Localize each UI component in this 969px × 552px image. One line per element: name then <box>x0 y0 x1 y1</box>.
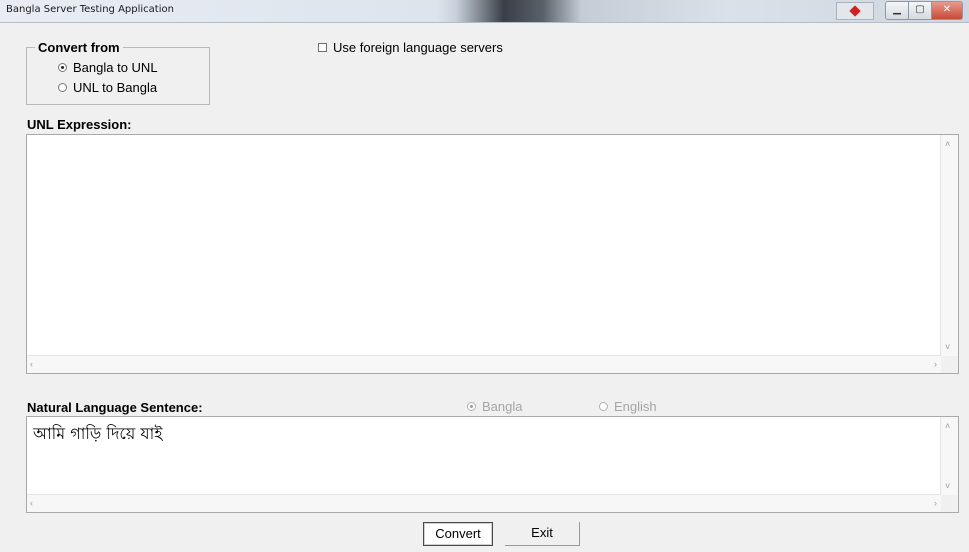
maximize-button[interactable]: ▢ <box>909 1 932 20</box>
radio-bangla[interactable]: Bangla <box>467 399 522 414</box>
scroll-left-arrow-icon[interactable]: ‹ <box>30 359 33 369</box>
scroll-up-arrow-icon[interactable]: ˄ <box>945 421 950 431</box>
natural-language-value: আমি গাড়ি দিয়ে যাই <box>33 424 163 443</box>
scrollbar-corner <box>941 356 958 373</box>
radio-label: UNL to Bangla <box>73 80 158 95</box>
scroll-right-arrow-icon[interactable]: › <box>934 359 937 369</box>
close-button[interactable]: ✕ <box>932 1 963 20</box>
natural-language-textarea[interactable]: আমি গাড়ি দিয়ে যাই ˄ ˅ ‹ › <box>26 416 959 513</box>
title-bar[interactable]: Bangla Server Testing Application ▁ ▢ ✕ <box>0 0 969 23</box>
scroll-up-arrow-icon[interactable]: ˄ <box>945 139 950 149</box>
exit-button[interactable]: Exit <box>505 522 580 546</box>
scroll-down-arrow-icon[interactable]: ˅ <box>945 481 950 491</box>
radio-bangla-to-unl[interactable]: Bangla to UNL <box>58 60 158 75</box>
radio-button-icon[interactable] <box>58 83 67 92</box>
taskbar-preview-icon <box>836 2 874 20</box>
minimize-button[interactable]: ▁ <box>885 1 909 20</box>
radio-label: Bangla to UNL <box>73 60 158 75</box>
radio-button-checked-icon[interactable] <box>58 63 67 72</box>
unl-expression-textarea[interactable]: ˄ ˅ ‹ › <box>26 134 959 374</box>
radio-button-icon[interactable] <box>599 402 608 411</box>
scroll-down-arrow-icon[interactable]: ˅ <box>945 342 950 352</box>
convert-button[interactable]: Convert <box>423 522 493 546</box>
unl-horizontal-scrollbar[interactable]: ‹ › <box>27 355 941 373</box>
convert-from-legend: Convert from <box>35 40 123 55</box>
natural-language-label: Natural Language Sentence: <box>27 400 203 415</box>
natural-horizontal-scrollbar[interactable]: ‹ › <box>27 494 941 512</box>
scroll-right-arrow-icon[interactable]: › <box>934 498 937 508</box>
radio-unl-to-bangla[interactable]: UNL to Bangla <box>58 80 157 95</box>
radio-label: Bangla <box>482 399 523 414</box>
natural-vertical-scrollbar[interactable]: ˄ ˅ <box>940 417 958 495</box>
foreign-servers-label: Use foreign language servers <box>333 40 503 55</box>
radio-label: English <box>614 399 657 414</box>
radio-english[interactable]: English <box>599 399 657 414</box>
unl-vertical-scrollbar[interactable]: ˄ ˅ <box>940 135 958 356</box>
scrollbar-corner <box>941 495 958 512</box>
foreign-servers-checkbox-row[interactable]: Use foreign language servers <box>318 40 503 55</box>
scroll-left-arrow-icon[interactable]: ‹ <box>30 498 33 508</box>
unl-expression-label: UNL Expression: <box>27 117 132 132</box>
convert-from-group <box>26 47 210 105</box>
red-diamond-icon <box>849 5 861 17</box>
foreign-servers-checkbox[interactable] <box>318 43 327 52</box>
window-title: Bangla Server Testing Application <box>6 4 174 15</box>
radio-button-checked-icon[interactable] <box>467 402 476 411</box>
